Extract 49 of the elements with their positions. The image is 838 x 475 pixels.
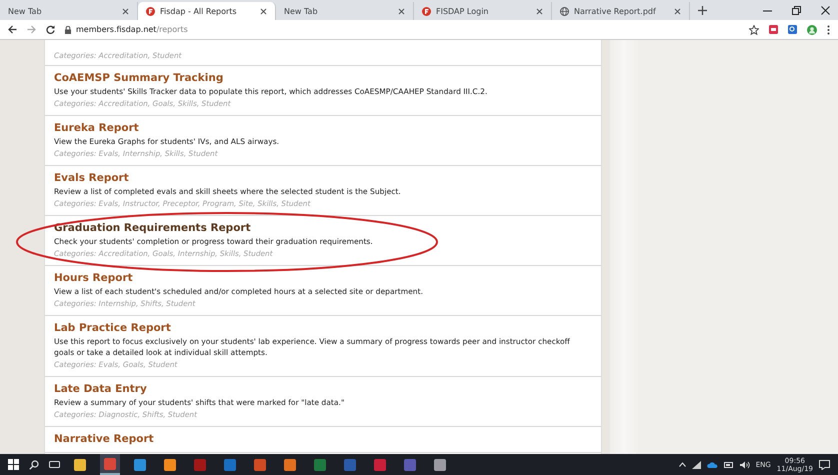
lock-icon [65, 26, 71, 34]
report-link[interactable]: Narrative Report [54, 433, 592, 445]
tab-title: New Tab [284, 6, 319, 16]
tab-title: Fisdap - All Reports [160, 6, 238, 16]
restore-icon[interactable] [792, 6, 801, 14]
network-icon[interactable] [692, 460, 701, 468]
close-icon[interactable] [536, 8, 543, 14]
close-icon[interactable] [674, 8, 681, 14]
speaker-icon[interactable] [740, 460, 750, 468]
url-text: members.fisdap.net/reports [76, 25, 188, 34]
report-link[interactable]: Lab Practice Report [54, 322, 592, 334]
cloud-icon[interactable] [706, 462, 718, 468]
new-tab-icon[interactable] [698, 6, 707, 14]
notifications-icon[interactable] [819, 460, 830, 470]
app-icon[interactable] [434, 458, 446, 470]
globe-icon [560, 6, 569, 16]
app-icon[interactable] [254, 458, 266, 470]
app-icon[interactable] [164, 458, 176, 470]
menu-icon[interactable] [827, 24, 830, 34]
report-link[interactable]: Graduation Requirements Report [54, 222, 592, 234]
battery-icon[interactable] [724, 462, 734, 468]
app-icon[interactable] [134, 458, 146, 470]
task-view-icon[interactable] [49, 460, 60, 469]
app-icon[interactable] [74, 458, 86, 470]
back-icon[interactable] [8, 25, 17, 34]
close-icon[interactable] [260, 8, 267, 14]
extension-icon[interactable] [769, 25, 778, 34]
report-link[interactable]: CoAEMSP Summary Tracking [54, 72, 592, 84]
report-link[interactable]: Evals Report [54, 172, 592, 184]
tab-title: Narrative Report.pdf [574, 6, 657, 16]
close-icon[interactable] [398, 8, 405, 14]
chevron-up-icon[interactable] [678, 462, 686, 467]
reload-icon[interactable] [46, 25, 55, 34]
extension-icon[interactable] [788, 25, 797, 34]
tab-title: New Tab [8, 6, 43, 16]
report-link[interactable]: Hours Report [54, 272, 592, 284]
star-icon[interactable] [749, 24, 759, 34]
close-icon[interactable] [821, 6, 830, 14]
profile-avatar-icon[interactable] [807, 24, 817, 34]
report-link[interactable]: Eureka Report [54, 122, 592, 134]
logo-icon [422, 6, 431, 16]
logo-icon [146, 6, 155, 16]
tab-title: FISDAP Login [436, 6, 490, 16]
report-link[interactable]: Late Data Entry [54, 383, 592, 395]
windows-start-icon[interactable] [8, 459, 19, 470]
browser-tab[interactable]: Fisdap - All Reports [138, 2, 276, 20]
search-icon[interactable] [29, 460, 39, 470]
close-icon[interactable] [122, 8, 129, 14]
app-icon[interactable] [284, 458, 296, 470]
